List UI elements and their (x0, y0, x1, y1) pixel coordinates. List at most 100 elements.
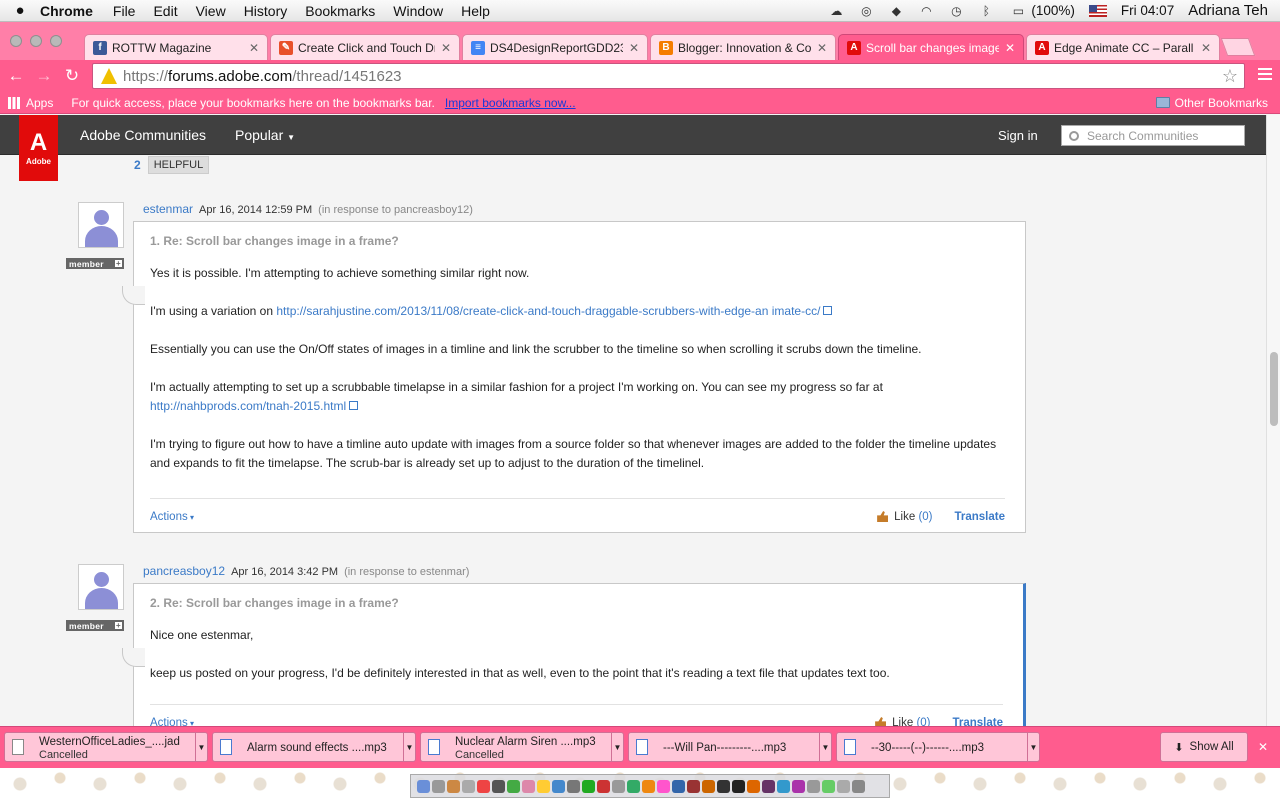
apps-shortcut[interactable]: Apps (8, 96, 53, 110)
menu-edit[interactable]: Edit (153, 3, 177, 19)
nav-popular[interactable]: Popular ▼ (235, 127, 295, 143)
tab-6[interactable]: A Edge Animate CC – Parall ✕ (1026, 34, 1220, 60)
post-title[interactable]: 1. Re: Scroll bar changes image in a fra… (150, 234, 399, 248)
nav-adobe-communities[interactable]: Adobe Communities (80, 127, 206, 143)
security-warning-icon[interactable] (101, 68, 117, 84)
dock-app-icon[interactable] (792, 779, 805, 793)
menu-window[interactable]: Window (393, 3, 443, 19)
address-bar[interactable]: https:// forums.adobe.com /thread/145162… (92, 63, 1245, 89)
dock-app-icon[interactable] (762, 779, 775, 793)
dock-app-icon[interactable] (627, 779, 640, 793)
tab-2[interactable]: ✎ Create Click and Touch Dr ✕ (270, 34, 460, 60)
dock-app-icon[interactable] (837, 779, 850, 793)
post-title[interactable]: 2. Re: Scroll bar changes image in a fra… (150, 596, 399, 610)
dock-app-icon[interactable] (687, 779, 700, 793)
adobe-logo[interactable]: A Adobe (19, 115, 58, 181)
dock-app-icon[interactable] (417, 779, 430, 793)
forward-arrow-icon[interactable]: → (32, 64, 56, 88)
like-count[interactable]: (0) (916, 717, 930, 727)
menu-help[interactable]: Help (461, 3, 490, 19)
tab-close-icon[interactable]: ✕ (441, 41, 451, 55)
dock-app-icon[interactable] (777, 779, 790, 793)
avatar[interactable] (78, 202, 124, 248)
other-bookmarks[interactable]: Other Bookmarks (1155, 96, 1268, 110)
sync-icon[interactable]: ◎ (858, 4, 874, 18)
download-menu-chevron-icon[interactable]: ▼ (195, 733, 207, 761)
download-item[interactable]: WesternOfficeLadies_....jad Cancelled ▼ (4, 732, 208, 762)
menu-clock[interactable]: Fri 04:07 (1121, 3, 1174, 18)
dock-app-icon[interactable] (657, 779, 670, 793)
dock-app-icon[interactable] (477, 779, 490, 793)
post-author[interactable]: pancreasboy12 (143, 564, 225, 578)
close-window-button[interactable] (10, 35, 22, 47)
tab-close-icon[interactable]: ✕ (817, 41, 827, 55)
external-link[interactable]: http://sarahjustine.com/2013/11/08/creat… (276, 304, 820, 318)
back-arrow-icon[interactable]: ← (4, 64, 28, 88)
dock-app-icon[interactable] (447, 779, 460, 793)
dock-app-icon[interactable] (642, 779, 655, 793)
apple-menu-icon[interactable]: ● (0, 2, 40, 19)
cloud-icon[interactable]: ☁ (828, 4, 844, 18)
like-button[interactable]: Like (0) (875, 717, 931, 727)
download-item[interactable]: Nuclear Alarm Siren ....mp3 Cancelled ▼ (420, 732, 624, 762)
dock-app-icon[interactable] (522, 779, 535, 793)
close-icon[interactable]: ✕ (1258, 740, 1268, 754)
dock-app-icon[interactable] (612, 779, 625, 793)
post-author[interactable]: estenmar (143, 202, 193, 216)
like-button[interactable]: Like (0) (877, 511, 933, 523)
page-scrollbar[interactable] (1266, 115, 1280, 726)
wifi-icon[interactable]: ◠ (918, 4, 934, 18)
input-source-flag-icon[interactable] (1088, 4, 1107, 17)
helpful-count[interactable]: 2 (134, 158, 141, 172)
dock-app-icon[interactable] (597, 779, 610, 793)
scrollbar-thumb[interactable] (1270, 352, 1278, 426)
avatar[interactable] (78, 564, 124, 610)
in-response-to[interactable]: (in response to estenmar) (344, 566, 469, 578)
actions-dropdown[interactable]: Actions (150, 511, 194, 523)
download-menu-chevron-icon[interactable]: ▼ (403, 733, 415, 761)
dock-app-icon[interactable] (732, 779, 745, 793)
dock-app-icon[interactable] (582, 779, 595, 793)
dock-app-icon[interactable] (852, 779, 865, 793)
dock-app-icon[interactable] (507, 779, 520, 793)
reload-icon[interactable]: ↻ (60, 64, 84, 88)
bookmark-star-icon[interactable]: ☆ (1222, 66, 1238, 87)
download-item[interactable]: ---Will Pan---------....mp3 ▼ (628, 732, 832, 762)
like-count[interactable]: (0) (918, 511, 932, 523)
show-all-downloads-button[interactable]: ⬇ Show All (1160, 732, 1248, 762)
dock-app-icon[interactable] (717, 779, 730, 793)
tab-close-icon[interactable]: ✕ (1005, 41, 1015, 55)
download-item[interactable]: Alarm sound effects ....mp3 ▼ (212, 732, 416, 762)
menu-file[interactable]: File (113, 3, 136, 19)
zoom-window-button[interactable] (50, 35, 62, 47)
dock-app-icon[interactable] (492, 779, 505, 793)
tab-5[interactable]: A Scroll bar changes image ✕ (838, 34, 1024, 60)
dock-app-icon[interactable] (567, 779, 580, 793)
dock-app-icon[interactable] (702, 779, 715, 793)
translate-link[interactable]: Translate (953, 717, 1004, 727)
chrome-menu-icon[interactable] (1258, 68, 1272, 82)
dock-app-icon[interactable] (432, 779, 445, 793)
actions-dropdown[interactable]: Actions (150, 717, 194, 727)
dock-app-icon[interactable] (552, 779, 565, 793)
menu-history[interactable]: History (244, 3, 288, 19)
menu-view[interactable]: View (196, 3, 226, 19)
download-menu-chevron-icon[interactable]: ▼ (819, 733, 831, 761)
menu-bookmarks[interactable]: Bookmarks (305, 3, 375, 19)
dock-app-icon[interactable] (822, 779, 835, 793)
tab-1[interactable]: f ROTTW Magazine ✕ (84, 34, 268, 60)
dock-app-icon[interactable] (462, 779, 475, 793)
import-bookmarks-link[interactable]: Import bookmarks now... (445, 96, 576, 110)
bluetooth-icon[interactable]: ᛒ (978, 4, 994, 18)
tab-4[interactable]: B Blogger: Innovation & Coll ✕ (650, 34, 836, 60)
menu-user[interactable]: Adriana Teh (1188, 2, 1268, 19)
tab-close-icon[interactable]: ✕ (249, 41, 259, 55)
time-machine-icon[interactable]: ◷ (948, 4, 964, 18)
dock-app-icon[interactable] (672, 779, 685, 793)
sign-in-link[interactable]: Sign in (998, 128, 1038, 143)
in-response-to[interactable]: (in response to pancreasboy12) (318, 204, 473, 216)
minimize-window-button[interactable] (30, 35, 42, 47)
search-communities-input[interactable]: Search Communities (1061, 125, 1245, 146)
download-menu-chevron-icon[interactable]: ▼ (1027, 733, 1039, 761)
dropbox-icon[interactable]: ◆ (888, 4, 904, 18)
